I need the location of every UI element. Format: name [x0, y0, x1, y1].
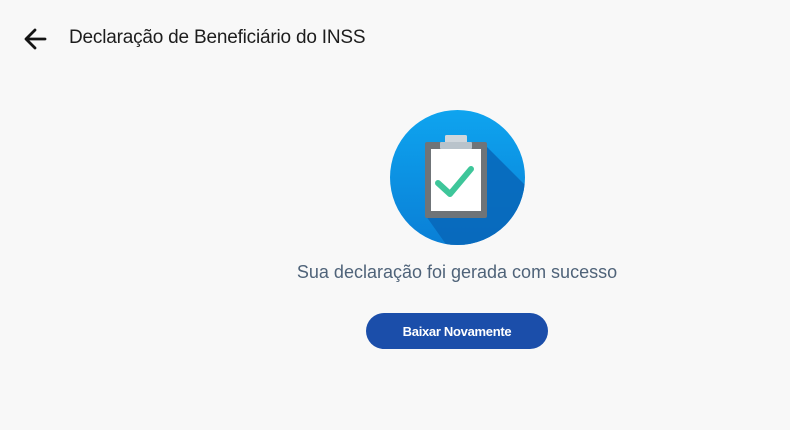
header: Declaração de Beneficiário do INSS [0, 0, 790, 76]
download-again-button[interactable]: Baixar Novamente [366, 313, 548, 349]
clipboard-check-icon [390, 110, 525, 245]
success-illustration [390, 110, 525, 245]
back-button[interactable] [20, 26, 50, 52]
page-title: Declaração de Beneficiário do INSS [69, 27, 366, 48]
success-message: Sua declaração foi gerada com sucesso [296, 262, 618, 282]
page: Declaração de Beneficiário do INSS Sua d… [0, 0, 790, 430]
arrow-left-icon [24, 28, 47, 50]
